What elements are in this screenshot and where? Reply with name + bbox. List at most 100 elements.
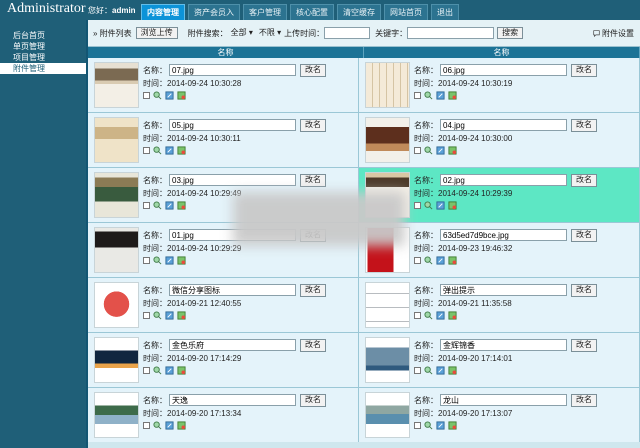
file-name-input[interactable] <box>440 64 567 76</box>
view-icon[interactable] <box>153 90 162 100</box>
select-checkbox[interactable] <box>414 201 421 209</box>
rename-button[interactable]: 改名 <box>571 118 597 132</box>
select-checkbox[interactable] <box>143 146 150 154</box>
select-checkbox[interactable] <box>414 91 421 99</box>
delete-icon[interactable] <box>177 420 186 430</box>
upload-time-input[interactable] <box>324 27 371 39</box>
sidebar-item[interactable]: 项目管理 <box>0 52 86 63</box>
file-name-input[interactable] <box>169 284 296 296</box>
rename-button[interactable]: 改名 <box>300 283 326 297</box>
view-icon[interactable] <box>424 310 433 320</box>
delete-icon[interactable] <box>448 420 457 430</box>
upload-button[interactable]: 浏览上传 <box>135 27 178 39</box>
thumbnail[interactable] <box>365 62 410 108</box>
thumbnail[interactable] <box>94 227 139 273</box>
rename-button[interactable]: 改名 <box>571 338 597 352</box>
nav-tab[interactable]: 网站首页 <box>384 4 428 20</box>
nav-tab[interactable]: 退出 <box>431 4 459 20</box>
delete-icon[interactable] <box>448 310 457 320</box>
delete-icon[interactable] <box>177 90 186 100</box>
rename-button[interactable]: 改名 <box>571 63 597 77</box>
nav-tab[interactable]: 清空缓存 <box>337 4 381 20</box>
select-checkbox[interactable] <box>414 366 421 374</box>
file-name-input[interactable] <box>169 64 296 76</box>
view-icon[interactable] <box>153 310 162 320</box>
file-name-input[interactable] <box>440 394 567 406</box>
select-checkbox[interactable] <box>143 91 150 99</box>
thumbnail[interactable] <box>94 282 139 328</box>
edit-icon[interactable] <box>165 145 174 155</box>
edit-icon[interactable] <box>436 365 445 375</box>
view-icon[interactable] <box>424 255 433 265</box>
delete-icon[interactable] <box>177 145 186 155</box>
thumbnail[interactable] <box>94 172 139 218</box>
rename-button[interactable]: 改名 <box>300 63 326 77</box>
edit-icon[interactable] <box>436 310 445 320</box>
edit-icon[interactable] <box>165 90 174 100</box>
thumbnail[interactable] <box>365 392 410 438</box>
select-checkbox[interactable] <box>414 311 421 319</box>
file-name-input[interactable] <box>440 339 567 351</box>
sidebar-item[interactable]: 附件管理 <box>0 63 86 74</box>
thumbnail[interactable] <box>365 282 410 328</box>
thumbnail[interactable] <box>94 117 139 163</box>
delete-icon[interactable] <box>177 310 186 320</box>
edit-icon[interactable] <box>165 420 174 430</box>
thumbnail[interactable] <box>94 62 139 108</box>
rename-button[interactable]: 改名 <box>571 393 597 407</box>
delete-icon[interactable] <box>177 365 186 375</box>
rename-button[interactable]: 改名 <box>300 393 326 407</box>
attachment-settings-link[interactable]: 附件设置 <box>593 28 634 39</box>
rename-button[interactable]: 改名 <box>571 173 597 187</box>
view-icon[interactable] <box>424 90 433 100</box>
rename-button[interactable]: 改名 <box>571 228 597 242</box>
view-icon[interactable] <box>153 255 162 265</box>
type-select[interactable]: 全部 ▾ <box>231 27 253 39</box>
delete-icon[interactable] <box>448 200 457 210</box>
delete-icon[interactable] <box>177 200 186 210</box>
thumbnail[interactable] <box>365 117 410 163</box>
select-checkbox[interactable] <box>143 421 150 429</box>
file-name-input[interactable] <box>440 174 567 186</box>
view-icon[interactable] <box>424 420 433 430</box>
file-name-input[interactable] <box>440 284 567 296</box>
select-checkbox[interactable] <box>143 201 150 209</box>
file-name-input[interactable] <box>169 174 296 186</box>
nav-tab[interactable]: 核心配置 <box>290 4 334 20</box>
file-name-input[interactable] <box>169 394 296 406</box>
thumbnail[interactable] <box>94 392 139 438</box>
nav-tab[interactable]: 资产会员入 <box>188 4 240 20</box>
select-checkbox[interactable] <box>414 421 421 429</box>
view-icon[interactable] <box>424 200 433 210</box>
thumbnail[interactable] <box>94 337 139 383</box>
rename-button[interactable]: 改名 <box>300 173 326 187</box>
edit-icon[interactable] <box>436 145 445 155</box>
sidebar-item[interactable]: 后台首页 <box>0 30 86 41</box>
search-button[interactable]: 搜索 <box>497 27 524 39</box>
nav-tab[interactable]: 客户管理 <box>243 4 287 20</box>
edit-icon[interactable] <box>436 255 445 265</box>
file-name-input[interactable] <box>440 119 567 131</box>
select-checkbox[interactable] <box>414 146 421 154</box>
thumbnail[interactable] <box>365 337 410 383</box>
rename-button[interactable]: 改名 <box>571 283 597 297</box>
rename-button[interactable]: 改名 <box>300 338 326 352</box>
select-checkbox[interactable] <box>143 366 150 374</box>
select-checkbox[interactable] <box>143 256 150 264</box>
view-icon[interactable] <box>424 145 433 155</box>
file-name-input[interactable] <box>440 229 567 241</box>
file-name-input[interactable] <box>169 339 296 351</box>
delete-icon[interactable] <box>448 255 457 265</box>
view-icon[interactable] <box>424 365 433 375</box>
keyword-input[interactable] <box>407 27 495 39</box>
delete-icon[interactable] <box>448 90 457 100</box>
delete-icon[interactable] <box>448 365 457 375</box>
edit-icon[interactable] <box>165 365 174 375</box>
edit-icon[interactable] <box>165 255 174 265</box>
delete-icon[interactable] <box>177 255 186 265</box>
limit-select[interactable]: 不限 ▾ <box>259 27 281 39</box>
delete-icon[interactable] <box>448 145 457 155</box>
edit-icon[interactable] <box>436 420 445 430</box>
view-icon[interactable] <box>153 200 162 210</box>
view-icon[interactable] <box>153 420 162 430</box>
